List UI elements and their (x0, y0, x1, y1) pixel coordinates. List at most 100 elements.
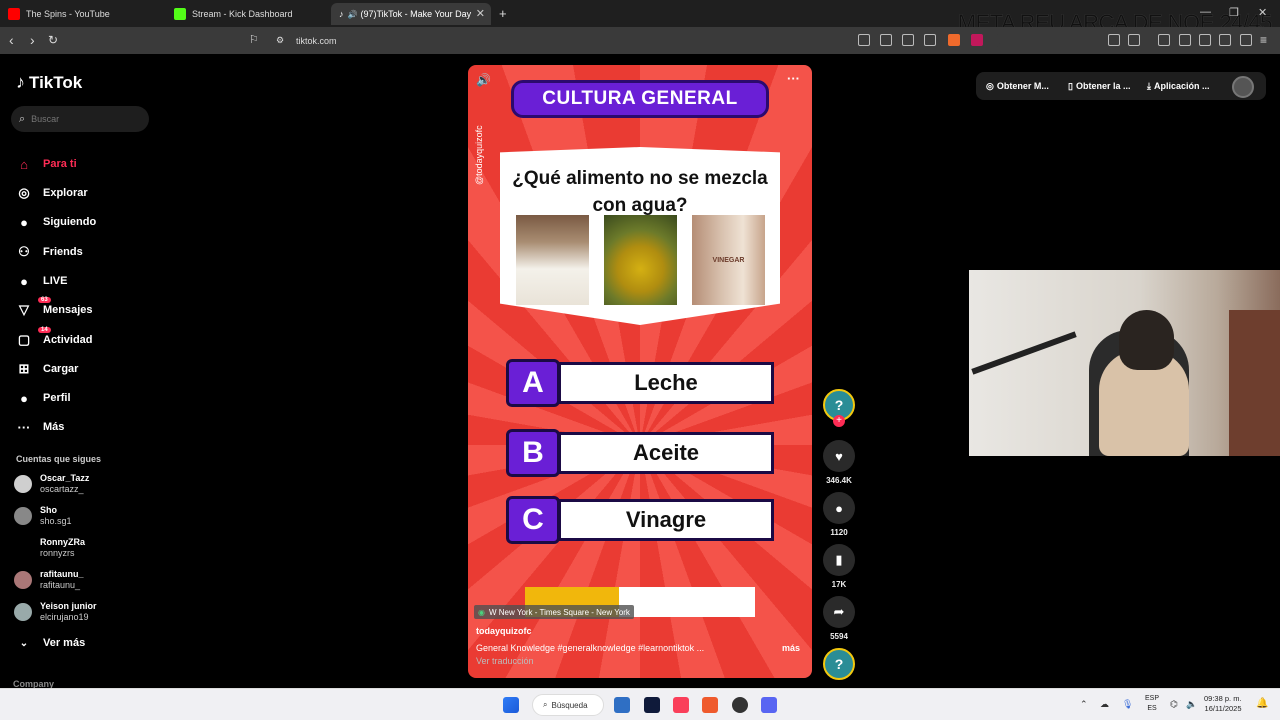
video-author[interactable]: todayquizofc (476, 626, 532, 636)
avatar (14, 603, 32, 621)
answer-text: Aceite (558, 432, 774, 474)
following-account[interactable]: RonnyZRa ronnyzrs (14, 535, 85, 561)
video-player[interactable]: 🔊 ··· CULTURA GENERAL @todayquizofc ¿Qué… (468, 65, 812, 678)
minimize-icon[interactable]: — (1200, 6, 1211, 18)
brave-shield-icon[interactable] (948, 34, 960, 46)
media-icon[interactable] (1158, 34, 1170, 46)
see-more-button[interactable]: ⌄ Ver más (16, 633, 85, 653)
comment-count: 1120 (830, 528, 848, 537)
share-arrow-icon: ➦ (823, 596, 855, 628)
location-tag[interactable]: ◉ W New York - Times Square - New York (474, 605, 634, 619)
like-button[interactable]: ♥ 346.4K (822, 440, 856, 485)
language-indicator[interactable]: ESP ES (1145, 694, 1159, 714)
wallet-icon[interactable] (1199, 34, 1211, 46)
desktop-app-link[interactable]: ⤓ Aplicación ... (1147, 74, 1210, 98)
music-disc[interactable]: ? (822, 648, 856, 680)
sidebar-item-label: Cargar (43, 363, 79, 375)
save-button[interactable]: ▮ 17K (822, 544, 856, 589)
onedrive-icon[interactable]: ☁ (1100, 699, 1109, 710)
comment-button[interactable]: ● 1120 (822, 492, 856, 537)
see-translation-button[interactable]: Ver traducción (476, 656, 534, 666)
sidebar-item-cargar[interactable]: ⊞ Cargar (16, 359, 79, 379)
brave-icon[interactable] (702, 697, 718, 713)
notification-bell-icon[interactable]: 🔔 (1256, 698, 1268, 709)
back-icon[interactable]: ‹ (9, 32, 14, 48)
question-card: ¿Qué alimento no se mezcla con agua? VIN… (500, 147, 780, 325)
translate-icon[interactable] (902, 34, 914, 46)
reload-icon[interactable]: ↻ (48, 33, 58, 47)
chevron-down-icon: ⌄ (19, 637, 29, 649)
get-coins-link[interactable]: ◎ Obtener M... (986, 74, 1049, 98)
obs-icon[interactable] (732, 697, 748, 713)
link-label: Obtener M... (996, 81, 1049, 91)
avatar (14, 507, 32, 525)
new-tab-button[interactable]: + (499, 6, 507, 21)
screenshot-icon[interactable] (1128, 34, 1140, 46)
site-info-icon[interactable]: ⚙ (276, 35, 284, 46)
sidebar-item-explorar[interactable]: ◎ Explorar (16, 183, 87, 203)
sidebar-item-friends[interactable]: ⚇ Friends (16, 242, 83, 262)
photoshop-icon[interactable] (644, 697, 660, 713)
sidebar-item-ms[interactable]: ··· Más (16, 417, 65, 437)
following-account[interactable]: rafitaunu_ rafitaunu_ (14, 567, 84, 593)
sidebar-item-mensajes[interactable]: ▽ 63 Mensajes (16, 297, 93, 320)
vpn-icon[interactable] (1240, 34, 1252, 46)
bookmark-icon[interactable]: ⚐ (249, 33, 259, 46)
mic-icon[interactable]: 🎙 (1122, 699, 1133, 710)
account-text: Yeison junior elcirujano19 (40, 601, 97, 623)
answer-letter: A (506, 359, 560, 407)
url-text: tiktok.com (296, 35, 337, 46)
search-input[interactable] (31, 114, 132, 124)
share-button[interactable]: ➦ 5594 (822, 596, 856, 641)
tiktok-logo[interactable]: ♪ TikTok (16, 72, 82, 93)
webcam-overlay (969, 270, 1280, 456)
sidebar-item-perfil[interactable]: ● Perfil (16, 388, 71, 408)
task-view-icon[interactable] (614, 697, 630, 713)
maximize-icon[interactable]: ❐ (1229, 6, 1239, 19)
close-tab-icon[interactable]: ✕ (476, 7, 485, 20)
browser-toolbar: ‹ › ↻ ⚐ ⚙ tiktok.com ≡ (0, 27, 1280, 54)
discord-icon[interactable] (761, 697, 777, 713)
network-icon[interactable]: ⌬ (1170, 699, 1178, 710)
windows-start-icon[interactable] (503, 697, 519, 713)
window-close-icon[interactable]: ✕ (1258, 6, 1267, 19)
compass-icon: ◎ (18, 185, 30, 200)
apple-music-icon[interactable] (673, 697, 689, 713)
brave-rewards-icon[interactable] (971, 34, 983, 46)
profile-avatar[interactable] (1232, 76, 1254, 98)
sidebar-item-siguiendo[interactable]: ● Siguiendo (16, 212, 96, 232)
following-account[interactable]: Sho sho.sg1 (14, 503, 72, 529)
cast-icon[interactable] (880, 34, 892, 46)
search-box[interactable]: ⌕ (11, 106, 149, 132)
volume-icon[interactable]: 🔊 (476, 73, 491, 87)
answer-c: C Vinagre (506, 496, 774, 544)
tray-chevron-icon[interactable]: ⌃ (1080, 699, 1088, 710)
sidebar-icon[interactable] (1179, 34, 1191, 46)
forward-icon[interactable]: › (30, 32, 35, 48)
no-video-icon[interactable] (858, 34, 870, 46)
account-handle: oscartazz_ (40, 484, 84, 494)
sidebar-item-actividad[interactable]: ▢ 14 Actividad (16, 327, 93, 350)
menu-icon[interactable]: ≡ (1260, 33, 1267, 47)
tab-youtube[interactable]: The Spins - YouTube (0, 3, 165, 25)
sidebar-item-label: Para ti (43, 158, 77, 170)
following-account[interactable]: Yeison junior elcirujano19 (14, 599, 97, 625)
sidebar-item-para-ti[interactable]: ⌂ Para ti (16, 154, 77, 174)
sidebar-item-live[interactable]: ● LIVE (16, 271, 67, 291)
location-text: W New York - Times Square - New York (488, 607, 630, 617)
leo-ai-icon[interactable] (1219, 34, 1231, 46)
sidebar-item-label: Perfil (43, 392, 71, 404)
follow-plus-icon[interactable]: + (833, 415, 845, 427)
get-app-link[interactable]: ▯ Obtener la ... (1068, 74, 1130, 98)
volume-tray-icon[interactable]: 🔈 (1186, 699, 1197, 710)
creator-avatar[interactable]: ? + (822, 389, 856, 427)
system-clock[interactable]: 09:38 p. m. 16/11/2025 (1204, 694, 1242, 714)
tab-kick[interactable]: Stream - Kick Dashboard (166, 3, 330, 25)
taskbar-search[interactable]: ⌕ Búsqueda (532, 694, 604, 716)
following-account[interactable]: Oscar_Tazz oscartazz_ (14, 471, 89, 497)
tab-tiktok[interactable]: ♪ 🔊 (97)TikTok - Make Your Day ✕ (331, 3, 491, 25)
extensions-icon[interactable] (1108, 34, 1120, 46)
share-icon[interactable] (924, 34, 936, 46)
more-options-icon[interactable]: ··· (787, 71, 800, 86)
more-description-button[interactable]: más (782, 643, 800, 653)
